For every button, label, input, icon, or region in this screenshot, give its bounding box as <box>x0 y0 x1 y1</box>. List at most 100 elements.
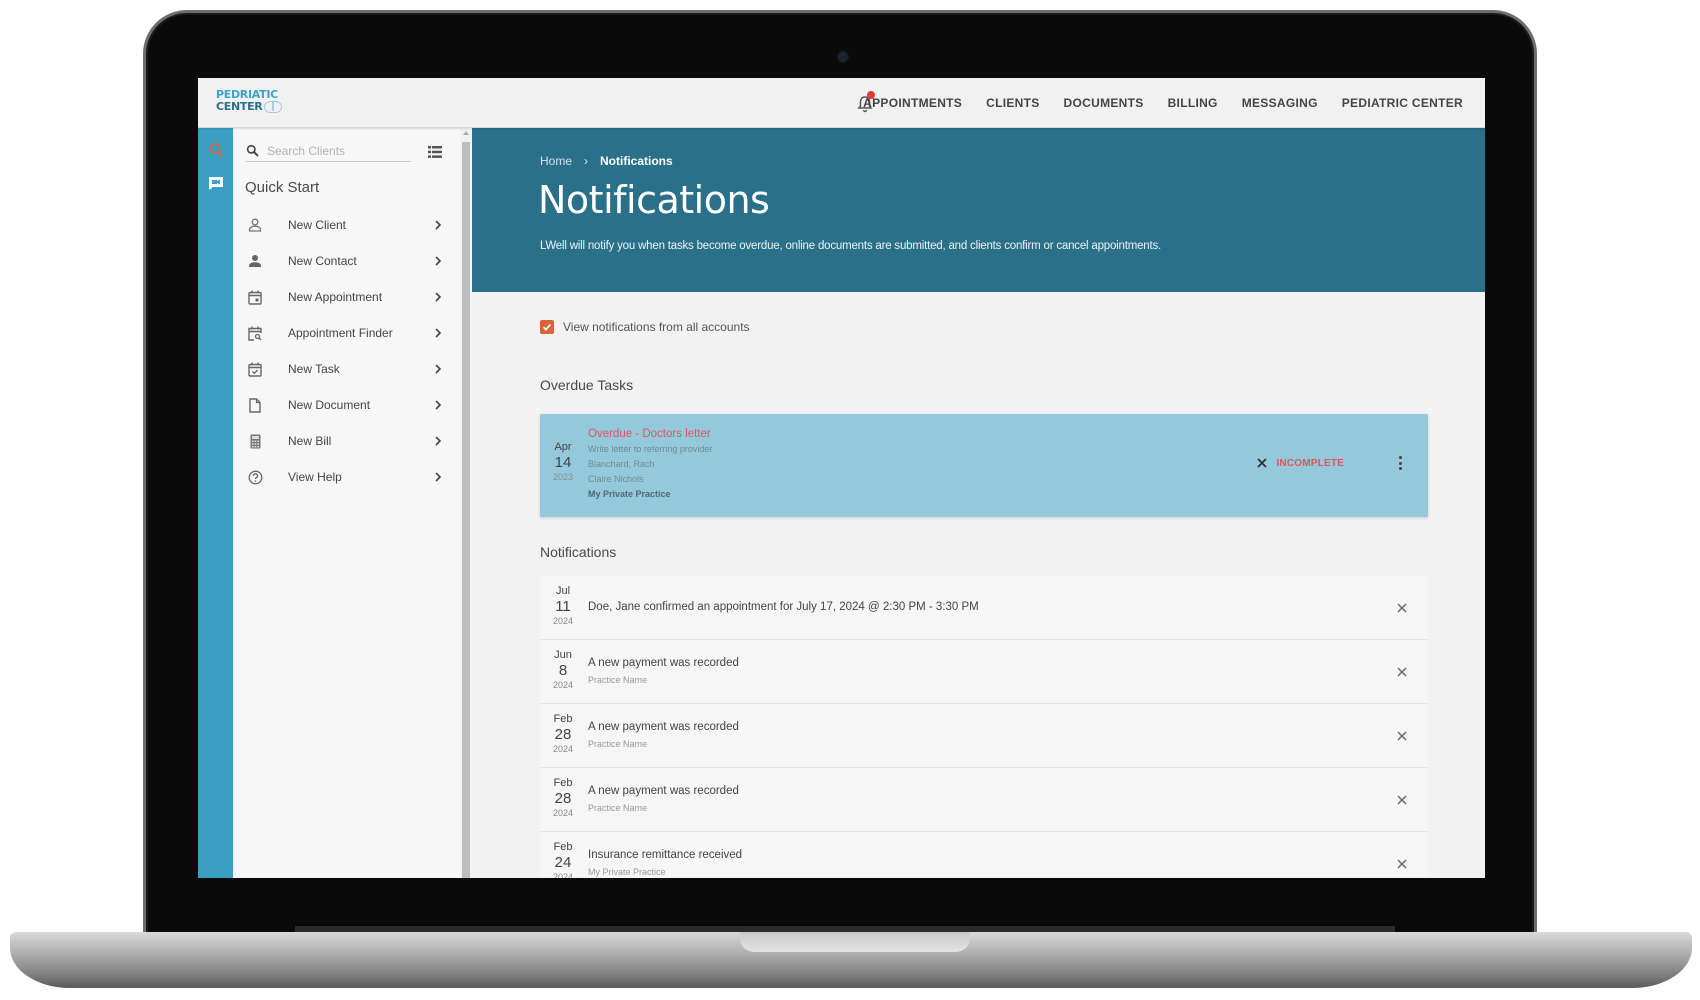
scroll-up-arrow-icon[interactable] <box>463 131 469 135</box>
notification-sub: Practice Name <box>588 739 648 749</box>
item-label: New Bill <box>288 434 332 448</box>
item-label: View Help <box>288 470 342 484</box>
sidebar-scrollbar[interactable] <box>460 128 472 878</box>
task-status-button[interactable]: INCOMPLETE <box>1276 458 1344 469</box>
chevron-right-icon <box>435 472 442 482</box>
search-clients <box>246 140 411 162</box>
chevron-right-icon <box>435 436 442 446</box>
notification-item[interactable]: Jun 8 2024 A new payment was recorded Pr… <box>540 640 1428 704</box>
date-day: 28 <box>554 790 572 807</box>
quick-start-new-appointment[interactable]: New Appointment <box>233 279 460 315</box>
date-year: 2024 <box>552 744 574 754</box>
date-year: 2024 <box>552 616 574 626</box>
person-icon <box>247 253 263 269</box>
quick-start-new-client[interactable]: New Client <box>233 207 460 243</box>
more-options-icon[interactable] <box>1398 456 1402 470</box>
notification-message: A new payment was recorded <box>588 785 739 797</box>
notification-date: Feb 28 2024 <box>548 713 578 755</box>
date-year: 2024 <box>552 680 574 690</box>
notification-item[interactable]: Feb 28 2024 A new payment was recorded P… <box>540 768 1428 832</box>
nav-pediatric-center[interactable]: PEDIATRIC CENTER <box>1342 96 1463 110</box>
camera-icon <box>838 52 848 62</box>
notification-message: Insurance remittance received <box>588 849 743 861</box>
date-day: 24 <box>554 854 572 871</box>
chevron-right-icon: › <box>584 154 589 168</box>
checkbox-checked[interactable] <box>540 320 554 334</box>
breadcrumb: Home › Notifications <box>540 154 673 168</box>
nav-billing[interactable]: BILLING <box>1168 96 1218 110</box>
task-assignee: Claire Nichols <box>588 474 644 484</box>
calculator-icon <box>247 433 263 449</box>
nav-messaging[interactable]: MESSAGING <box>1242 96 1318 110</box>
search-icon <box>209 143 224 158</box>
quick-start-list: New Client New Contact New Appointment A… <box>233 207 460 495</box>
notification-item[interactable]: Feb 28 2024 A new payment was recorded P… <box>540 704 1428 768</box>
search-clients-input[interactable] <box>267 143 397 158</box>
notification-date: Feb 24 2024 <box>548 841 578 878</box>
date-month: Jun <box>554 649 572 661</box>
date-year: 2024 <box>552 808 574 818</box>
date-day: 11 <box>555 598 571 615</box>
chevron-right-icon <box>435 292 442 302</box>
notification-message: A new payment was recorded <box>588 721 739 733</box>
notification-message: Doe, Jane confirmed an appointment for J… <box>588 601 979 613</box>
top-bar: PEDRIATIC CENTER APPOINTMENTS CLIENTS DO… <box>198 78 1485 128</box>
document-icon <box>247 397 263 413</box>
task-practice: My Private Practice <box>588 489 671 499</box>
person-outline-icon <box>247 217 263 233</box>
nav-clients[interactable]: CLIENTS <box>986 96 1039 110</box>
breadcrumb-current: Notifications <box>600 154 673 168</box>
nav-appointments[interactable]: APPOINTMENTS <box>863 96 962 110</box>
view-all-accounts-checkbox[interactable]: View notifications from all accounts <box>540 320 750 334</box>
close-icon[interactable] <box>1396 602 1408 614</box>
quick-start-new-document[interactable]: New Document <box>233 387 460 423</box>
breadcrumb-home[interactable]: Home <box>540 154 572 168</box>
task-actions: INCOMPLETE <box>1256 456 1402 470</box>
logo[interactable]: PEDRIATIC CENTER <box>216 89 283 113</box>
close-icon[interactable] <box>1396 666 1408 678</box>
close-icon[interactable] <box>1396 858 1408 870</box>
notification-date: Jul 11 2024 <box>548 585 578 627</box>
quick-start-new-bill[interactable]: New Bill <box>233 423 460 459</box>
logo-line-2: CENTER <box>216 101 283 113</box>
item-label: New Task <box>288 362 340 376</box>
close-icon[interactable] <box>1396 730 1408 742</box>
date-year: 2023 <box>552 472 574 482</box>
list-icon <box>428 146 442 158</box>
list-view-button[interactable] <box>428 145 442 158</box>
task-title[interactable]: Overdue - Doctors letter <box>588 426 712 442</box>
overdue-tasks-title: Overdue Tasks <box>540 377 634 393</box>
check-icon <box>542 323 552 331</box>
chevron-right-icon <box>435 328 442 338</box>
notification-item[interactable]: Jul 11 2024 Doe, Jane confirmed an appoi… <box>540 576 1428 640</box>
main-nav: APPOINTMENTS CLIENTS DOCUMENTS BILLING M… <box>863 78 1463 128</box>
quick-start-new-contact[interactable]: New Contact <box>233 243 460 279</box>
close-icon[interactable] <box>1256 457 1268 469</box>
item-label: New Document <box>288 398 371 412</box>
task-description: Write letter to referring provider <box>588 444 713 454</box>
page-description: LWell will notify you when tasks become … <box>540 240 1162 252</box>
date-month: Apr <box>554 441 572 453</box>
brain-icon <box>264 101 283 113</box>
close-icon[interactable] <box>1396 794 1408 806</box>
laptop-notch <box>740 932 970 952</box>
quick-start-appointment-finder[interactable]: Appointment Finder <box>233 315 460 351</box>
overdue-task-card[interactable]: Apr 14 2023 Overdue - Doctors letter Wri… <box>540 414 1428 517</box>
quick-start-new-task[interactable]: New Task <box>233 351 460 387</box>
quick-start-title: Quick Start <box>245 179 320 196</box>
task-date: Apr 14 2023 <box>548 441 578 483</box>
rail-telehealth-button[interactable] <box>208 175 224 191</box>
checkbox-label: View notifications from all accounts <box>563 320 750 334</box>
calendar-check-icon <box>247 361 263 377</box>
date-month: Feb <box>553 713 573 725</box>
notification-item[interactable]: Feb 24 2024 Insurance remittance receive… <box>540 832 1428 878</box>
rail-search-button[interactable] <box>208 142 224 158</box>
quick-start-view-help[interactable]: View Help <box>233 459 460 495</box>
page-header-banner: Home › Notifications Notifications LWell… <box>472 128 1485 292</box>
scrollbar-thumb[interactable] <box>462 142 470 878</box>
icon-rail <box>198 128 233 878</box>
item-label: New Client <box>288 218 347 232</box>
date-day: 28 <box>554 726 572 743</box>
nav-documents[interactable]: DOCUMENTS <box>1064 96 1144 110</box>
notification-sub: Practice Name <box>588 803 648 813</box>
